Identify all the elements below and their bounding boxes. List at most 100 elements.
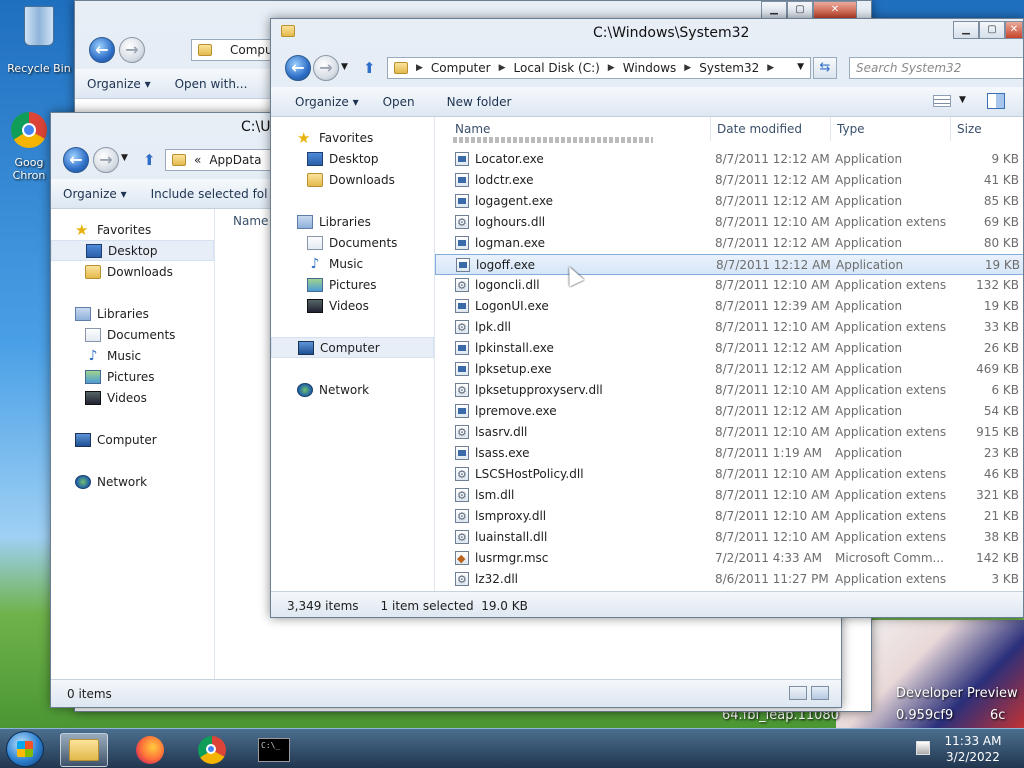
file-row[interactable]: lusrmgr.msc 7/2/2011 4:33 AM Microsoft Com… (435, 548, 1023, 569)
breadcrumb-local-disk[interactable]: Local Disk (C:) (514, 61, 600, 75)
taskbar-explorer-button[interactable] (60, 733, 108, 767)
system32-close-button[interactable]: ✕ (1005, 21, 1023, 39)
chevron-right-icon[interactable]: ▶ (608, 63, 615, 73)
nav-network[interactable]: Network (271, 379, 434, 400)
bg-crumb-label[interactable]: Compu (230, 43, 273, 57)
tray-network-icon[interactable] (916, 741, 930, 755)
appdata-nav-music[interactable]: ♪ Music (51, 345, 214, 366)
file-row[interactable]: lsass.exe 8/7/2011 1:19 AM Application 23 K… (435, 443, 1023, 464)
nav-favorites[interactable]: ★ Favorites (271, 127, 434, 148)
taskbar-cmd-button[interactable]: C:\_ (250, 733, 298, 767)
chevron-right-icon[interactable]: ▶ (767, 63, 774, 73)
system32-back-button[interactable]: ← (285, 55, 311, 81)
appdata-forward-button[interactable]: → (93, 147, 119, 173)
column-date-modified[interactable]: Date modified (711, 117, 831, 141)
file-row[interactable]: LogonUI.exe 8/7/2011 12:39 AM Application 1… (435, 296, 1023, 317)
appdata-nav-libraries[interactable]: Libraries (51, 303, 214, 324)
appdata-nav-network[interactable]: Network (51, 471, 214, 492)
file-row[interactable]: loghours.dll 8/7/2011 12:10 AM Application… (435, 212, 1023, 233)
recycle-bin-desktop-icon[interactable]: Recycle Bin (4, 4, 74, 75)
nav-libraries[interactable]: Libraries (271, 211, 434, 232)
chevron-right-icon[interactable]: ▶ (499, 63, 506, 73)
appdata-nav-favorites[interactable]: ★ Favorites (51, 219, 214, 240)
nav-downloads[interactable]: Downloads (271, 169, 434, 190)
bg-open-with-button[interactable]: Open with... (163, 77, 260, 91)
file-row[interactable]: logman.exe 8/7/2011 12:12 AM Application 80… (435, 233, 1023, 254)
file-row[interactable]: lsm.dll 8/7/2011 12:10 AM Application exte… (435, 485, 1023, 506)
open-button[interactable]: Open (371, 95, 427, 109)
file-row[interactable]: lpk.dll 8/7/2011 12:10 AM Application exte… (435, 317, 1023, 338)
file-row[interactable]: lodctr.exe 8/7/2011 12:12 AM Application 41… (435, 170, 1023, 191)
file-row[interactable]: lsmproxy.dll 8/7/2011 12:10 AM Application… (435, 506, 1023, 527)
system32-recent-dropdown-icon[interactable]: ▼ (341, 62, 348, 72)
nav-desktop[interactable]: Desktop (271, 148, 434, 169)
chevron-right-icon[interactable]: ▶ (684, 63, 691, 73)
chrome-desktop-icon[interactable]: Goog Chron (6, 112, 52, 194)
bg-back-button[interactable]: ← (89, 37, 115, 63)
address-dropdown-icon[interactable]: ▼ (797, 62, 804, 72)
system32-minimize-button[interactable]: ▁ (953, 21, 979, 39)
chevron-right-icon[interactable]: ▶ (416, 63, 423, 73)
refresh-button[interactable]: ⇆ (813, 57, 837, 79)
system32-explorer-window[interactable]: C:\Windows\System32 ▁ ▢ ✕ ← → ▼ ⬆ ▶ Comp… (270, 18, 1024, 618)
bg-minimize-button[interactable]: ▁ (761, 1, 787, 19)
view-options-icon[interactable] (933, 95, 951, 107)
nav-videos[interactable]: Videos (271, 295, 434, 316)
search-input[interactable]: Search System32 (849, 57, 1023, 79)
taskbar-chrome-button[interactable] (188, 733, 236, 767)
start-button[interactable] (6, 731, 44, 767)
system32-up-icon[interactable]: ⬆ (363, 59, 376, 77)
appdata-nav-downloads[interactable]: Downloads (51, 261, 214, 282)
file-row[interactable]: lpksetup.exe 8/7/2011 12:12 AM Application… (435, 359, 1023, 380)
appdata-recent-dropdown-icon[interactable]: ▼ (121, 153, 128, 163)
appdata-nav-videos[interactable]: Videos (51, 387, 214, 408)
appdata-organize-button[interactable]: Organize ▾ (51, 187, 139, 201)
system32-forward-button[interactable]: → (313, 55, 339, 81)
file-row[interactable]: lpksetupproxyserv.dll 8/7/2011 12:10 AM Ap… (435, 380, 1023, 401)
organize-button[interactable]: Organize ▾ (283, 95, 371, 109)
appdata-include-button[interactable]: Include selected fol (139, 187, 280, 201)
clock[interactable]: 11:33 AM 3/2/2022 (938, 733, 1008, 765)
appdata-up-icon[interactable]: ⬆ (143, 151, 156, 169)
file-row[interactable]: lpremove.exe 8/7/2011 12:12 AM Application… (435, 401, 1023, 422)
nav-documents[interactable]: Documents (271, 232, 434, 253)
nav-computer[interactable]: Computer (271, 337, 434, 358)
column-type[interactable]: Type (831, 117, 951, 141)
breadcrumb-windows[interactable]: Windows (623, 61, 677, 75)
file-row[interactable]: Locator.exe 8/7/2011 12:12 AM Application 9… (435, 149, 1023, 170)
appdata-nav-desktop[interactable]: Desktop (51, 240, 214, 261)
file-row[interactable]: luainstall.dll 8/7/2011 12:10 AM Applicati… (435, 527, 1023, 548)
nav-pictures[interactable]: Pictures (271, 274, 434, 295)
nav-music[interactable]: ♪ Music (271, 253, 434, 274)
file-row[interactable]: lsasrv.dll 8/7/2011 12:10 AM Application e… (435, 422, 1023, 443)
breadcrumb-system32[interactable]: System32 (699, 61, 759, 75)
column-size[interactable]: Size (951, 117, 1023, 141)
appdata-details-view-icon[interactable] (789, 686, 807, 700)
view-dropdown-icon[interactable]: ▼ (959, 95, 966, 105)
appdata-crumb-label[interactable]: AppData (209, 153, 261, 167)
appdata-nav-computer[interactable]: Computer (51, 429, 214, 450)
bg-close-button[interactable]: ✕ (813, 1, 857, 19)
file-row[interactable]: lz32.dll 8/6/2011 11:27 PM Application ext… (435, 569, 1023, 590)
system32-address-bar[interactable]: ▶ Computer ▶ Local Disk (C:) ▶ Windows ▶… (387, 57, 811, 79)
file-row[interactable]: LSCSHostPolicy.dll 8/7/2011 12:10 AM Appli… (435, 464, 1023, 485)
bg-organize-button[interactable]: Organize ▾ (75, 77, 163, 91)
file-list[interactable]: Name Date modified Type Size Locator.exe… (435, 117, 1023, 591)
file-row[interactable]: logoncli.dll 8/7/2011 12:10 AM Application… (435, 275, 1023, 296)
file-row[interactable]: lpkinstall.exe 8/7/2011 12:12 AM Applicati… (435, 338, 1023, 359)
system32-maximize-button[interactable]: ▢ (979, 21, 1005, 39)
breadcrumb-computer[interactable]: Computer (431, 61, 491, 75)
new-folder-button[interactable]: New folder (435, 95, 524, 109)
preview-pane-icon[interactable] (987, 93, 1005, 109)
bg-maximize-button[interactable]: ▢ (787, 1, 813, 19)
appdata-nav-pictures[interactable]: Pictures (51, 366, 214, 387)
file-row[interactable]: logoff.exe 8/7/2011 12:12 AM Application 19… (435, 254, 1023, 275)
appdata-nav-documents[interactable]: Documents (51, 324, 214, 345)
appdata-address-bar[interactable]: « AppData (165, 149, 275, 171)
taskbar-firefox-button[interactable] (126, 733, 174, 767)
file-row[interactable]: logagent.exe 8/7/2011 12:12 AM Application… (435, 191, 1023, 212)
appdata-preview-view-icon[interactable] (811, 686, 829, 700)
appdata-back-button[interactable]: ← (63, 147, 89, 173)
bg-forward-button[interactable]: → (119, 37, 145, 63)
appdata-crumb-prefix[interactable]: « (194, 153, 201, 167)
